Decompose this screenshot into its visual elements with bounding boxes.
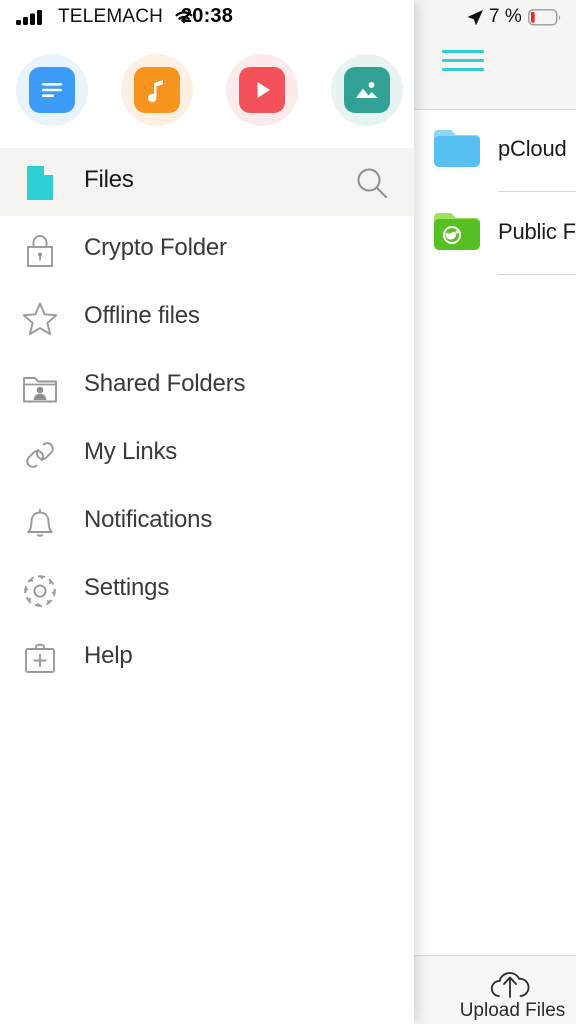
file-list-panel: pCloud Public F Upload Files xyxy=(413,0,576,1024)
sidebar-item-label: Notifications xyxy=(84,506,213,533)
divider xyxy=(498,191,576,192)
shared-folder-user-icon xyxy=(17,368,63,406)
sidebar-item-help[interactable]: Help xyxy=(0,624,414,692)
category-photos[interactable] xyxy=(331,54,403,126)
sidebar-item-settings[interactable]: Settings xyxy=(0,556,414,624)
search-icon[interactable] xyxy=(352,164,392,202)
star-outline-icon xyxy=(17,300,63,338)
link-chain-icon xyxy=(17,436,63,474)
list-item[interactable]: pCloud xyxy=(413,110,576,192)
sidebar-item-shared-folders[interactable]: Shared Folders xyxy=(0,352,414,420)
category-music[interactable] xyxy=(121,54,193,126)
sidebar-item-my-links[interactable]: My Links xyxy=(0,420,414,488)
folder-green-globe-icon xyxy=(432,209,482,253)
play-triangle-icon xyxy=(239,67,285,113)
sidebar-item-offline-files[interactable]: Offline files xyxy=(0,284,414,352)
music-note-icon xyxy=(134,67,180,113)
sidebar-item-notifications[interactable]: Notifications xyxy=(0,488,414,556)
sidebar-item-label: Shared Folders xyxy=(84,370,246,397)
document-lines-icon xyxy=(29,67,75,113)
battery-low-icon xyxy=(528,9,562,31)
image-mountain-icon xyxy=(344,67,390,113)
cloud-upload-icon xyxy=(486,967,538,1001)
list-item-label: pCloud xyxy=(498,136,567,161)
sidebar-item-label: Settings xyxy=(84,574,170,601)
sidebar-item-label: Crypto Folder xyxy=(84,234,227,261)
status-bar: TELEMACH 20:38 xyxy=(0,0,414,34)
sidebar-item-label: Files xyxy=(84,166,134,193)
list-item-label: Public F xyxy=(498,219,576,244)
category-video[interactable] xyxy=(226,54,298,126)
gear-icon xyxy=(17,572,63,610)
sidebar-item-label: My Links xyxy=(84,438,178,465)
upload-files-button[interactable]: Upload Files xyxy=(413,955,576,1024)
category-documents[interactable] xyxy=(16,54,88,126)
sidebar-item-crypto-folder[interactable]: Crypto Folder xyxy=(0,216,414,284)
category-shortcuts-row xyxy=(0,44,414,144)
battery-percent-label: 7 % xyxy=(489,6,522,27)
bell-icon xyxy=(17,504,63,542)
clock-label: 20:38 xyxy=(180,5,234,27)
briefcase-plus-icon xyxy=(17,640,63,678)
sidebar-menu: Files Crypto Folder Offline files Shared… xyxy=(0,148,414,692)
sidebar-item-label: Offline files xyxy=(84,302,200,329)
hamburger-menu-icon[interactable] xyxy=(442,50,484,72)
location-arrow-icon xyxy=(466,9,484,32)
sidebar-item-files[interactable]: Files xyxy=(0,148,414,216)
list-item[interactable]: Public F xyxy=(413,193,576,275)
sidebar-item-label: Help xyxy=(84,642,133,669)
app-screen: pCloud Public F Upload Files 7 % TELEMAC… xyxy=(0,0,576,1024)
upload-files-label: Upload Files xyxy=(459,1000,566,1021)
lock-icon xyxy=(17,232,63,270)
divider xyxy=(498,274,576,275)
folder-blue-icon xyxy=(432,126,482,170)
navigation-drawer: TELEMACH 20:38 Files Crypto Folder Offli… xyxy=(0,0,414,1024)
file-page-icon xyxy=(17,164,63,202)
